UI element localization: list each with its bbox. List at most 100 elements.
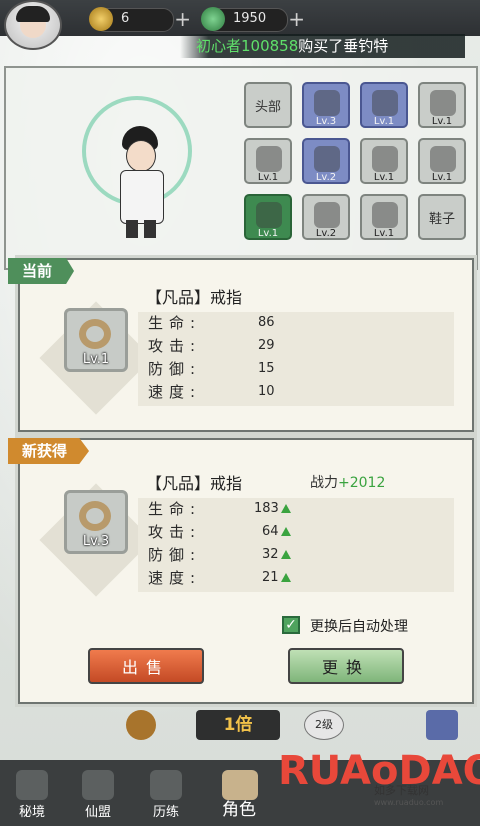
equipment-slot[interactable]: Lv.1 bbox=[360, 194, 408, 240]
stat-value: 183 bbox=[254, 501, 291, 516]
add-jade-button[interactable]: + bbox=[288, 7, 305, 31]
slot-label: 头部 bbox=[254, 100, 281, 115]
slot-label: 鞋子 bbox=[428, 212, 455, 227]
nav-training[interactable]: 历练 bbox=[136, 760, 196, 826]
stat-value: 29 bbox=[258, 338, 275, 353]
stat-value: 86 bbox=[258, 315, 275, 330]
stat-row: 速度: 21 bbox=[138, 567, 454, 590]
equipment-icon bbox=[256, 146, 282, 172]
add-silver-button[interactable]: + bbox=[174, 7, 191, 31]
equipment-slot[interactable]: Lv.1 bbox=[418, 138, 466, 184]
equipment-slot[interactable]: Lv.1 bbox=[244, 194, 292, 240]
stat-value: 21 bbox=[262, 570, 291, 585]
equipment-icon bbox=[372, 202, 398, 228]
jade-resource: 1950 + bbox=[201, 7, 305, 32]
slot-level: Lv.1 bbox=[373, 172, 395, 183]
stat-value: 10 bbox=[258, 384, 275, 399]
speed-button[interactable]: 1倍 bbox=[196, 710, 280, 740]
player-avatar[interactable] bbox=[4, 0, 62, 50]
equipment-slot[interactable]: Lv.3 bbox=[302, 82, 350, 128]
nav-label: 角色 bbox=[222, 800, 256, 820]
auto-process-checkbox[interactable]: ✓ bbox=[282, 616, 300, 634]
new-item-level: Lv.3 bbox=[82, 534, 110, 549]
level-badge[interactable]: 2级 bbox=[304, 710, 344, 740]
equipment-icon bbox=[314, 202, 340, 228]
new-ring-icon[interactable]: Lv.3 bbox=[64, 490, 128, 554]
auto-process-label: 更换后自动处理 bbox=[310, 619, 408, 635]
current-item-title: 【凡品】戒指 bbox=[146, 288, 243, 307]
stat-value: 32 bbox=[262, 547, 291, 562]
stat-value: 15 bbox=[258, 361, 275, 376]
current-tag: 当前 bbox=[8, 258, 75, 284]
ticker-player-name: 初心者100858 bbox=[196, 37, 299, 55]
new-tag: 新获得 bbox=[8, 438, 90, 464]
equipment-icon bbox=[372, 146, 398, 172]
equipment-icon bbox=[256, 202, 282, 228]
silver-value: 6 bbox=[121, 11, 130, 26]
ring-icon bbox=[79, 319, 111, 349]
nav-immortal-alliance[interactable]: 仙盟 bbox=[68, 760, 128, 826]
broadcast-ticker: 初心者100858购买了垂钓特 bbox=[180, 34, 465, 58]
equipment-slot[interactable]: Lv.1 bbox=[418, 82, 466, 128]
equipment-slot[interactable]: Lv.1 bbox=[360, 82, 408, 128]
silver-coin-icon bbox=[89, 7, 113, 31]
current-item-level: Lv.1 bbox=[82, 352, 110, 367]
slot-level: Lv.1 bbox=[431, 172, 453, 183]
equipment-slot[interactable]: Lv.1 bbox=[360, 138, 408, 184]
equipment-slot[interactable]: Lv.2 bbox=[302, 194, 350, 240]
current-stats: 生命: 86 攻击: 29 防御: 15 速度: 10 bbox=[138, 312, 454, 406]
ring-icon bbox=[79, 501, 111, 531]
equipment-icon bbox=[372, 90, 398, 116]
nav-character[interactable]: 角色 bbox=[204, 760, 274, 826]
stat-label: 速度: bbox=[148, 383, 202, 401]
silver-resource: 6 + bbox=[89, 7, 191, 32]
stat-label: 攻击: bbox=[148, 337, 202, 355]
arrow-up-icon bbox=[280, 550, 291, 559]
power-change: 战力+2012 bbox=[310, 472, 385, 492]
stat-row: 防御: 15 bbox=[138, 358, 454, 381]
nav-label: 仙盟 bbox=[84, 805, 111, 820]
stat-row: 生命: 183 bbox=[138, 498, 454, 521]
stat-label: 速度: bbox=[148, 569, 202, 587]
nav-label: 秘境 bbox=[18, 805, 45, 820]
nav-label: 历练 bbox=[152, 805, 179, 820]
ticker-text: 购买了垂钓特 bbox=[298, 37, 389, 55]
share-icon[interactable] bbox=[426, 710, 458, 740]
arrow-up-icon bbox=[280, 573, 291, 582]
stat-label: 攻击: bbox=[148, 523, 202, 541]
new-item-title: 【凡品】戒指 bbox=[146, 474, 243, 493]
alliance-icon bbox=[82, 770, 114, 800]
training-icon bbox=[150, 770, 182, 800]
slot-level: Lv.3 bbox=[315, 116, 337, 127]
swap-button[interactable]: 更换 bbox=[288, 648, 404, 684]
stat-row: 防御: 32 bbox=[138, 544, 454, 567]
slot-level: Lv.1 bbox=[257, 228, 279, 239]
arrow-up-icon bbox=[280, 527, 291, 536]
current-item-panel: 当前 Lv.1 【凡品】戒指 生命: 86 攻击: 29 防御: 15 速度: 10 bbox=[8, 258, 474, 432]
slot-level: Lv.2 bbox=[315, 172, 337, 183]
gear-icon[interactable] bbox=[126, 710, 156, 740]
slot-level: Lv.2 bbox=[315, 228, 337, 239]
new-stats: 生命: 183 攻击: 64 防御: 32 速度: 21 bbox=[138, 498, 454, 592]
stat-row: 攻击: 29 bbox=[138, 335, 454, 358]
current-ring-icon[interactable]: Lv.1 bbox=[64, 308, 128, 372]
stat-label: 防御: bbox=[148, 360, 202, 378]
equipment-slot[interactable]: 鞋子 bbox=[418, 194, 466, 240]
equipment-slot[interactable]: 头部 bbox=[244, 82, 292, 128]
nav-secret-realm[interactable]: 秘境 bbox=[2, 760, 62, 826]
stat-label: 生命: bbox=[148, 314, 202, 332]
stat-label: 生命: bbox=[148, 500, 202, 518]
stat-row: 生命: 86 bbox=[138, 312, 454, 335]
equipment-icon bbox=[314, 90, 340, 116]
top-bar: 6 + 1950 + bbox=[0, 0, 480, 50]
power-delta: +2012 bbox=[338, 475, 386, 491]
power-label: 战力 bbox=[310, 475, 338, 491]
equipment-slot[interactable]: Lv.2 bbox=[302, 138, 350, 184]
sell-button[interactable]: 出售 bbox=[88, 648, 204, 684]
slot-level: Lv.1 bbox=[373, 116, 395, 127]
equipment-icon bbox=[430, 146, 456, 172]
equipment-slot[interactable]: Lv.1 bbox=[244, 138, 292, 184]
watermark-sub: 如多下载网 bbox=[374, 784, 429, 797]
stat-value: 64 bbox=[262, 524, 291, 539]
new-item-panel: 新获得 Lv.3 【凡品】戒指 战力+2012 生命: 183 攻击: 64 防御:… bbox=[8, 438, 474, 704]
